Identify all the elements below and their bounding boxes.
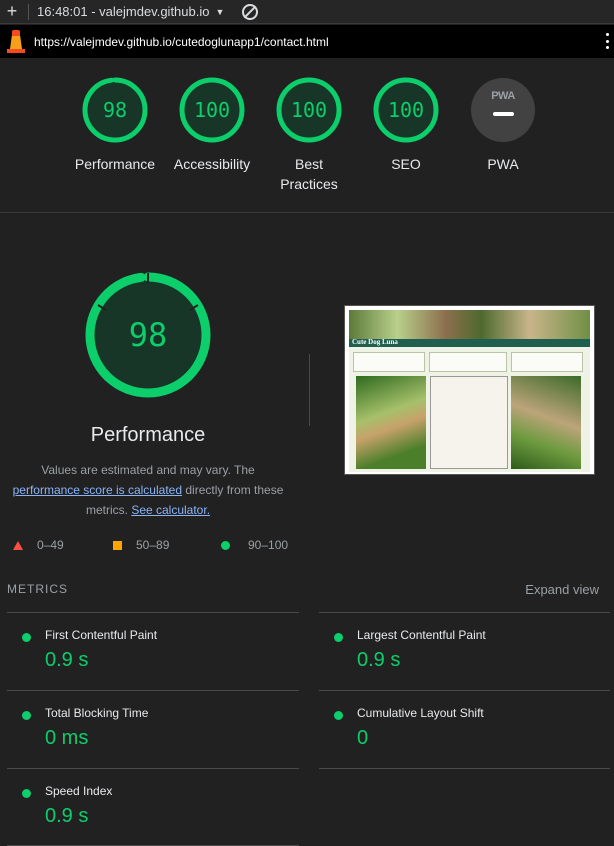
category-summary: 98 Performance 100 Accessibility 100 Bes… — [0, 58, 614, 213]
desc-text: Values are estimated and may vary. The — [41, 463, 255, 477]
site-nav: Cute Dog Luna — [349, 338, 590, 347]
pwa-badge-text: PWA — [491, 90, 515, 102]
metric-title: Speed Index — [45, 784, 113, 798]
metric-value: 0 ms — [45, 727, 89, 749]
info-card — [511, 352, 583, 372]
gauge-label: Accessibility — [173, 156, 251, 172]
score-calculated-link[interactable]: performance score is calculated — [13, 483, 182, 497]
report-url[interactable]: https://valejmdev.github.io/cutedoglunap… — [34, 35, 329, 49]
metric-value: 0.9 s — [45, 805, 89, 827]
metric-value: 0.9 s — [357, 649, 401, 671]
report-selector[interactable]: 16:48:01 - valejmdev.github.io ▼ — [37, 4, 224, 19]
see-calculator-link[interactable]: See calculator. — [131, 503, 210, 517]
contact-form — [430, 376, 508, 469]
final-screenshot[interactable]: Cute Dog Luna — [344, 305, 595, 475]
gauge-score: 100 — [387, 98, 425, 122]
gauge-accessibility[interactable]: 100 Accessibility — [157, 77, 267, 174]
gauge-performance[interactable]: 98 Performance — [60, 77, 170, 174]
legend-average-label: 50–89 — [136, 538, 170, 552]
report-url-bar: https://valejmdev.github.io/cutedoglunap… — [0, 25, 614, 58]
legend-pass-label: 90–100 — [248, 538, 289, 552]
divider — [319, 690, 610, 691]
metric-title: Cumulative Layout Shift — [357, 706, 484, 720]
banner-image — [349, 310, 590, 339]
pass-circle-icon — [22, 711, 31, 720]
metric-title: Total Blocking Time — [45, 706, 149, 720]
divider — [7, 768, 299, 769]
expand-view-toggle[interactable]: Expand view — [525, 582, 599, 597]
clear-icon[interactable] — [242, 3, 259, 20]
performance-score: 98 — [128, 316, 168, 354]
legend-fail: 0–49 — [13, 538, 64, 552]
gauge-score: 100 — [193, 98, 231, 122]
fail-triangle-icon — [13, 540, 23, 550]
pass-circle-icon — [22, 633, 31, 642]
performance-title: Performance — [90, 424, 206, 446]
dog-photo — [511, 376, 581, 469]
legend-pass: 90–100 — [221, 538, 288, 552]
info-card — [429, 352, 507, 372]
report-label: 16:48:01 - valejmdev.github.io — [37, 4, 210, 19]
divider — [28, 3, 29, 20]
gauge-score: 100 — [290, 98, 328, 122]
divider — [7, 690, 299, 691]
more-options-icon[interactable] — [606, 33, 610, 49]
legend-fail-label: 0–49 — [37, 538, 64, 552]
divider — [309, 354, 310, 426]
divider — [319, 612, 610, 613]
site-title: Cute Dog Luna — [352, 338, 398, 346]
legend-average: 50–89 — [113, 538, 169, 552]
gauge-label: Performance — [74, 156, 156, 172]
gauge-score: 98 — [102, 98, 128, 122]
metrics-header: METRICS — [7, 582, 68, 596]
devtools-topbar: + 16:48:01 - valejmdev.github.io ▼ — [0, 0, 614, 24]
pwa-badge-icon: PWA — [471, 78, 535, 142]
gauge-seo[interactable]: 100 SEO — [351, 77, 461, 174]
gauge-label: SEO — [391, 156, 421, 172]
pass-circle-icon — [334, 711, 343, 720]
average-square-icon — [113, 540, 122, 550]
pwa-dash — [493, 112, 514, 116]
performance-description: Values are estimated and may vary. The p… — [0, 460, 296, 520]
gauge-label: PWA — [487, 156, 519, 172]
metric-title: First Contentful Paint — [45, 628, 158, 642]
pass-circle-icon — [334, 633, 343, 642]
new-report-button[interactable]: + — [0, 0, 24, 24]
performance-gauge: 98 — [84, 271, 212, 399]
info-card — [353, 352, 425, 372]
metric-title: Largest Contentful Paint — [357, 628, 486, 642]
dog-photo — [356, 376, 426, 469]
lighthouse-logo-icon — [0, 25, 30, 58]
gauge-label: Best Practices — [280, 156, 338, 192]
gauge-best-practices[interactable]: 100 Best Practices — [254, 77, 364, 194]
caret-down-icon: ▼ — [215, 6, 225, 17]
pass-circle-icon — [221, 540, 230, 550]
pass-circle-icon — [22, 789, 31, 798]
metric-value: 0 — [357, 727, 369, 749]
gauge-pwa[interactable]: PWA PWA — [448, 77, 558, 174]
metric-value: 0.9 s — [45, 649, 89, 671]
divider — [7, 612, 299, 613]
divider — [319, 768, 610, 769]
